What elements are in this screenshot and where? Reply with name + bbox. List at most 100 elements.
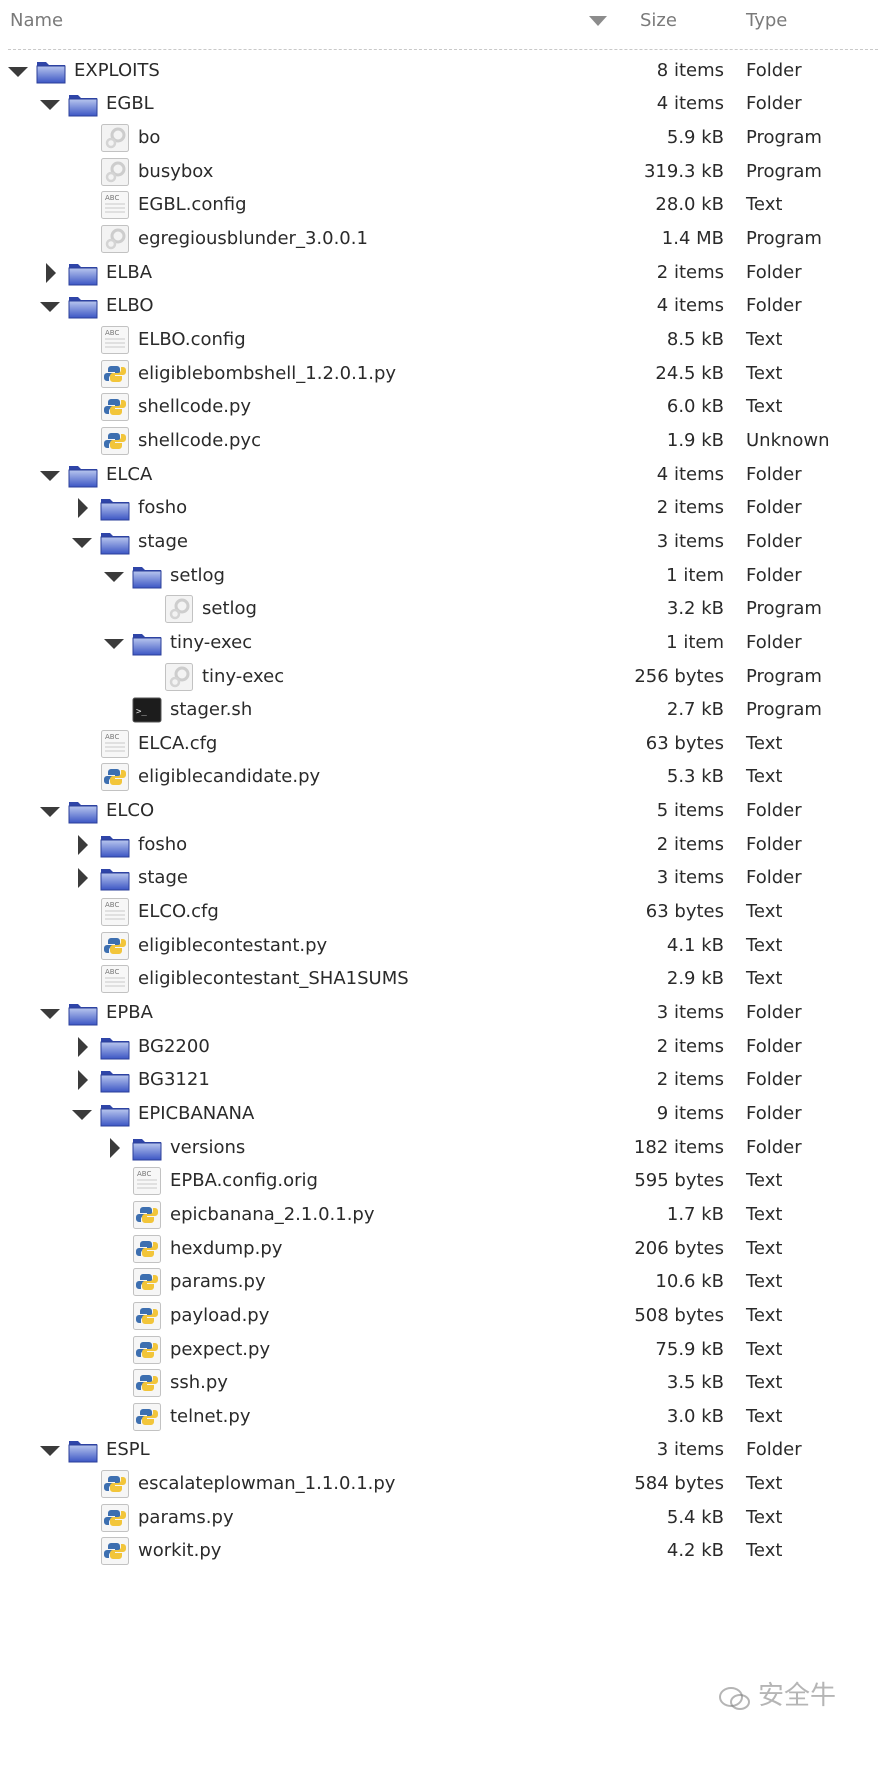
file-row[interactable]: eligiblecandidate.py 5.3 kB Text [0, 758, 888, 796]
item-type: Folder [746, 800, 802, 822]
item-type: Unknown [746, 429, 830, 451]
item-size: 2 items [656, 497, 724, 519]
expander-closed-icon[interactable] [46, 262, 56, 283]
item-size: 4 items [656, 295, 724, 317]
svg-text:ABC: ABC [105, 733, 119, 741]
folder-row[interactable]: ELCO 5 items Folder [0, 792, 888, 830]
file-row[interactable]: escalateplowman_1.1.0.1.py 584 bytes Text [0, 1465, 888, 1503]
column-header-size[interactable]: Size [640, 0, 677, 44]
item-size: 5.9 kB [666, 127, 724, 149]
item-name: tiny-exec [202, 665, 285, 687]
file-row[interactable]: hexdump.py 206 bytes Text [0, 1230, 888, 1268]
folder-row[interactable]: BG2200 2 items Folder [0, 1028, 888, 1066]
file-row[interactable]: pexpect.py 75.9 kB Text [0, 1331, 888, 1369]
expander-open-icon[interactable] [40, 1009, 60, 1020]
file-row[interactable]: ABC ELCO.cfg 63 bytes Text [0, 893, 888, 931]
item-name: fosho [138, 833, 188, 855]
item-name: ELBA [106, 261, 153, 283]
expander-open-icon[interactable] [104, 638, 124, 649]
item-size: 8 items [656, 59, 724, 81]
item-size: 1.7 kB [666, 1203, 724, 1225]
folder-row[interactable]: EXPLOITS 8 items Folder [0, 52, 888, 90]
expander-open-icon[interactable] [104, 571, 124, 582]
column-header-type[interactable]: Type [746, 0, 787, 44]
item-size: 4 items [656, 93, 724, 115]
expander-open-icon[interactable] [40, 100, 60, 111]
file-row[interactable]: ssh.py 3.5 kB Text [0, 1364, 888, 1402]
folder-row[interactable]: fosho 2 items Folder [0, 826, 888, 864]
item-name: EPICBANANA [138, 1102, 255, 1124]
folder-row[interactable]: ELBA 2 items Folder [0, 254, 888, 292]
folder-row[interactable]: versions 182 items Folder [0, 1129, 888, 1167]
expander-closed-icon[interactable] [78, 1036, 88, 1057]
expander-open-icon[interactable] [40, 470, 60, 481]
expander-closed-icon[interactable] [78, 834, 88, 855]
file-row[interactable]: ABC EPBA.config.orig 595 bytes Text [0, 1162, 888, 1200]
file-row[interactable]: telnet.py 3.0 kB Text [0, 1398, 888, 1436]
file-row[interactable]: params.py 5.4 kB Text [0, 1499, 888, 1537]
file-row[interactable]: eligiblebombshell_1.2.0.1.py 24.5 kB Text [0, 355, 888, 393]
item-name: ELCO.cfg [138, 901, 219, 923]
sort-descending-icon[interactable] [589, 16, 607, 26]
file-row[interactable]: shellcode.py 6.0 kB Text [0, 388, 888, 426]
folder-row[interactable]: ESPL 3 items Folder [0, 1431, 888, 1469]
folder-row[interactable]: setlog 1 item Folder [0, 557, 888, 595]
file-row[interactable]: >_ stager.sh 2.7 kB Program [0, 691, 888, 729]
expander-open-icon[interactable] [40, 807, 60, 818]
file-row[interactable]: egregiousblunder_3.0.0.1 1.4 MB Program [0, 220, 888, 258]
expander-open-icon[interactable] [72, 537, 92, 548]
file-row[interactable]: epicbanana_2.1.0.1.py 1.7 kB Text [0, 1196, 888, 1234]
item-name: escalateplowman_1.1.0.1.py [138, 1473, 396, 1495]
item-type: Folder [746, 631, 802, 653]
file-row[interactable]: ABC EGBL.config 28.0 kB Text [0, 186, 888, 224]
item-size: 4.1 kB [666, 934, 724, 956]
item-type: Text [746, 1540, 783, 1562]
item-type: Text [746, 934, 783, 956]
file-row[interactable]: params.py 10.6 kB Text [0, 1263, 888, 1301]
file-row[interactable]: ABC ELBO.config 8.5 kB Text [0, 321, 888, 359]
folder-row[interactable]: tiny-exec 1 item Folder [0, 624, 888, 662]
item-type: Folder [746, 564, 802, 586]
text-file-icon: ABC [100, 729, 130, 758]
item-size: 1 item [666, 564, 724, 586]
folder-row[interactable]: EPICBANANA 9 items Folder [0, 1095, 888, 1133]
folder-row[interactable]: stage 3 items Folder [0, 523, 888, 561]
folder-row[interactable]: ELCA 4 items Folder [0, 456, 888, 494]
file-row[interactable]: eligiblecontestant.py 4.1 kB Text [0, 927, 888, 965]
file-row[interactable]: payload.py 508 bytes Text [0, 1297, 888, 1335]
file-row[interactable]: workit.py 4.2 kB Text [0, 1532, 888, 1570]
item-name: stage [138, 867, 188, 889]
column-header-name[interactable]: Name [10, 0, 63, 44]
expander-closed-icon[interactable] [78, 868, 88, 889]
folder-row[interactable]: fosho 2 items Folder [0, 489, 888, 527]
folder-row[interactable]: ELBO 4 items Folder [0, 287, 888, 325]
item-size: 2.7 kB [666, 699, 724, 721]
item-type: Folder [746, 497, 802, 519]
file-row[interactable]: ABC ELCA.cfg 63 bytes Text [0, 725, 888, 763]
item-type: Folder [746, 1002, 802, 1024]
python-file-icon [100, 392, 130, 422]
item-size: 3.0 kB [666, 1405, 724, 1427]
folder-row[interactable]: BG3121 2 items Folder [0, 1061, 888, 1099]
folder-row[interactable]: EGBL 4 items Folder [0, 85, 888, 123]
item-type: Folder [746, 93, 802, 115]
expander-open-icon[interactable] [40, 1446, 60, 1457]
item-size: 256 bytes [634, 665, 724, 687]
file-row[interactable]: setlog 3.2 kB Program [0, 590, 888, 628]
file-row[interactable]: shellcode.pyc 1.9 kB Unknown [0, 422, 888, 460]
file-row[interactable]: busybox 319.3 kB Program [0, 153, 888, 191]
expander-closed-icon[interactable] [110, 1137, 120, 1158]
item-name: stager.sh [170, 699, 253, 721]
file-row[interactable]: tiny-exec 256 bytes Program [0, 658, 888, 696]
expander-closed-icon[interactable] [78, 498, 88, 519]
expander-open-icon[interactable] [72, 1109, 92, 1120]
folder-row[interactable]: stage 3 items Folder [0, 859, 888, 897]
folder-row[interactable]: EPBA 3 items Folder [0, 994, 888, 1032]
expander-open-icon[interactable] [8, 66, 28, 77]
file-row[interactable]: bo 5.9 kB Program [0, 119, 888, 157]
file-row[interactable]: ABC eligiblecontestant_SHA1SUMS 2.9 kB Text [0, 960, 888, 998]
item-name: fosho [138, 497, 188, 519]
expander-open-icon[interactable] [40, 302, 60, 313]
item-name: tiny-exec [170, 631, 253, 653]
expander-closed-icon[interactable] [78, 1070, 88, 1091]
